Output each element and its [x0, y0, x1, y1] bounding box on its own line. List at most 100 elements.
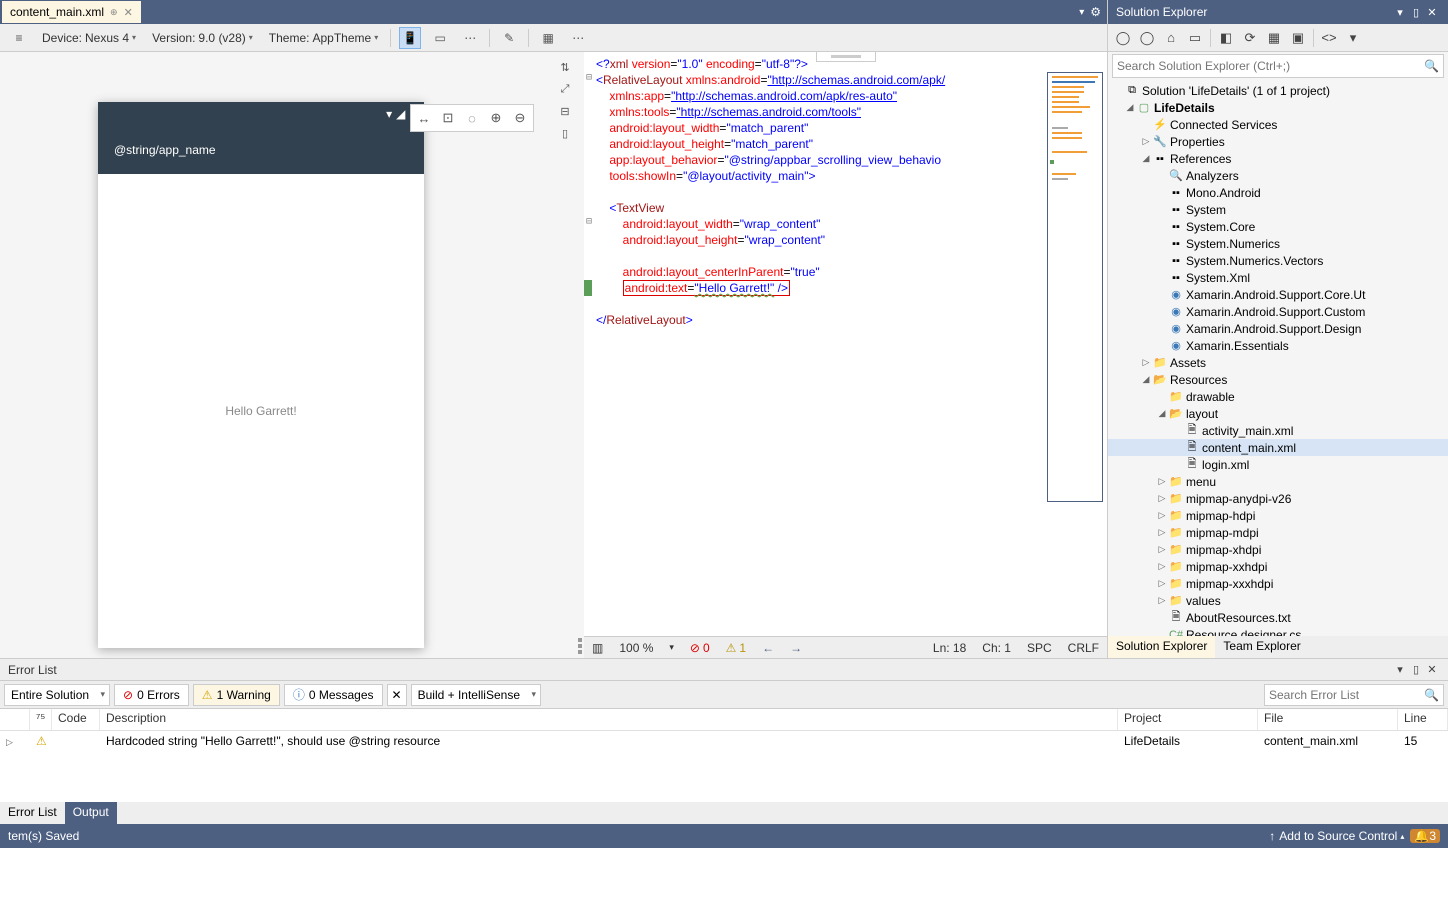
right-panel-tabs: Solution Explorer Team Explorer	[1108, 636, 1448, 658]
tab-label: content_main.xml	[10, 5, 104, 19]
error-icon: ⊘	[690, 641, 700, 655]
sync-icon[interactable]: ▭	[1184, 27, 1206, 49]
device-picker[interactable]: Device: Nexus 4 ▾	[38, 29, 140, 47]
collapse-icon[interactable]: ▦	[1263, 27, 1285, 49]
close-icon[interactable]: ✕	[124, 6, 133, 19]
error-search-input[interactable]	[1269, 688, 1424, 702]
dropdown-icon[interactable]: ▾	[1392, 663, 1408, 676]
nav-fwd-icon[interactable]: →	[790, 641, 802, 655]
warning-icon: ⚠	[202, 688, 213, 702]
pin-icon[interactable]: ⊕	[110, 7, 118, 18]
search-icon[interactable]: 🔍	[1424, 688, 1439, 702]
statusbar: tem(s) Saved ↑ Add to Source Control ▴ 🔔…	[0, 824, 1448, 848]
warnings-filter-button[interactable]: ⚠1 Warning	[193, 684, 280, 706]
tab-solution-explorer[interactable]: Solution Explorer	[1108, 636, 1215, 658]
zoom-out-icon[interactable]: ⊖	[510, 108, 530, 128]
back-icon[interactable]: ◯	[1112, 27, 1134, 49]
split-mode-icon[interactable]: ▥	[592, 641, 603, 655]
code-editor[interactable]: ⊟ ⊟ <?xml version="1.0" encoding="utf-8"…	[584, 52, 1107, 658]
messages-filter-button[interactable]: ⓘ0 Messages	[284, 684, 383, 706]
properties-icon[interactable]: <>	[1318, 27, 1340, 49]
more-icon-2[interactable]: ⋯	[567, 27, 589, 49]
source-control-button[interactable]: Add to Source Control	[1279, 829, 1397, 843]
gear-icon[interactable]: ⚙	[1090, 5, 1101, 19]
bell-icon: 🔔	[1414, 829, 1429, 843]
tab-error-list[interactable]: Error List	[0, 802, 65, 824]
bottom-tabs: Error List Output	[0, 802, 1448, 824]
notifications-badge[interactable]: 🔔3	[1410, 829, 1440, 843]
refresh-icon[interactable]: ⟳	[1239, 27, 1261, 49]
error-icon: ⊘	[123, 688, 133, 702]
selected-file[interactable]: 🗎content_main.xml	[1108, 439, 1448, 456]
zoom-fit-icon[interactable]: ⊡	[438, 108, 458, 128]
info-icon: ⓘ	[293, 686, 305, 703]
orientation-landscape-icon[interactable]: ▭	[429, 27, 451, 49]
solution-explorer-toolbar: ◯ ◯ ⌂ ▭ ◧ ⟳ ▦ ▣ <> ▾	[1108, 24, 1448, 52]
editor-statusbar: ▥ 100 % ▾ ⊘0 ⚠1 ← → Ln: 18 Ch: 1 SPC CRL…	[584, 636, 1107, 658]
nav-back-icon[interactable]: ←	[762, 641, 774, 655]
publish-icon[interactable]: ↑	[1269, 829, 1275, 843]
home-icon[interactable]: ⌂	[1160, 27, 1182, 49]
status-text: tem(s) Saved	[8, 829, 79, 843]
zoom-level[interactable]: 100 %	[619, 641, 653, 655]
error-list-title: Error List	[8, 663, 57, 677]
close-icon[interactable]: ✕	[1424, 663, 1440, 676]
preview-icon[interactable]: ▾	[1342, 27, 1364, 49]
pin-icon[interactable]: ▯	[1408, 6, 1424, 19]
search-input[interactable]	[1117, 59, 1424, 73]
grid-icon[interactable]: ▦	[537, 27, 559, 49]
zoom-in-icon[interactable]: ⊕	[486, 108, 506, 128]
pan-icon[interactable]: ↔	[414, 108, 434, 128]
warning-icon: ⚠	[726, 641, 737, 655]
error-search[interactable]: 🔍	[1264, 684, 1444, 706]
errors-filter-button[interactable]: ⊘0 Errors	[114, 684, 189, 706]
collapse-icon[interactable]: ⊟	[556, 102, 574, 120]
encoding-mode: SPC	[1027, 641, 1052, 655]
tab-content-main[interactable]: content_main.xml ⊕ ✕	[2, 1, 141, 23]
theme-picker[interactable]: Theme: AppTheme ▾	[265, 29, 382, 47]
link-android-ns[interactable]: "http://schemas.android.com/apk/	[767, 73, 945, 87]
menu-icon[interactable]: ≡	[8, 27, 30, 49]
minimap[interactable]	[1047, 72, 1103, 502]
version-picker[interactable]: Version: 9.0 (v28) ▾	[148, 29, 257, 47]
zoom-actual-icon[interactable]: ◌	[462, 108, 482, 128]
splitter-icon[interactable]	[576, 52, 584, 658]
error-row[interactable]: ▷ ⚠ Hardcoded string "Hello Garrett!", s…	[0, 731, 1448, 751]
highlight-icon[interactable]: ✎	[498, 27, 520, 49]
orientation-portrait-icon[interactable]: 📱	[399, 27, 421, 49]
dropdown-icon[interactable]: ▾	[1392, 6, 1408, 19]
pin-icon[interactable]: ▯	[1408, 663, 1424, 676]
solution-explorer-title: Solution Explorer ▾ ▯ ✕	[1108, 0, 1448, 24]
clear-filter-button[interactable]: ✕	[387, 684, 407, 706]
document-tabs: content_main.xml ⊕ ✕ ▾ ⚙	[0, 0, 1107, 24]
source-combo[interactable]: Build + IntelliSense	[411, 684, 541, 706]
scope-combo[interactable]: Entire Solution	[4, 684, 110, 706]
cursor-col: Ch: 1	[982, 641, 1011, 655]
zoom-toolbar: ↔ ⊡ ◌ ⊕ ⊖	[410, 104, 534, 132]
phone-statusbar: ▾ ◢ ▮	[98, 102, 424, 126]
appbar-title: @string/app_name	[114, 143, 216, 157]
tab-team-explorer[interactable]: Team Explorer	[1215, 636, 1308, 658]
close-icon[interactable]: ✕	[1424, 6, 1440, 19]
designer-toolbar: ≡ Device: Nexus 4 ▾ Version: 9.0 (v28) ▾…	[0, 24, 1107, 52]
more-icon[interactable]: ⋯	[459, 27, 481, 49]
link-tools-ns[interactable]: "http://schemas.android.com/tools"	[676, 105, 861, 119]
solution-tree[interactable]: ⧉Solution 'LifeDetails' (1 of 1 project)…	[1108, 80, 1448, 636]
tab-output[interactable]: Output	[65, 802, 117, 824]
expand-icon[interactable]: ⤢	[556, 80, 574, 98]
wifi-icon: ▾	[386, 107, 392, 121]
link-app-ns[interactable]: "http://schemas.android.com/apk/res-auto…	[671, 89, 897, 103]
designer-surface[interactable]: ▾ ◢ ▮ @string/app_name Hello Garrett! ↔ …	[0, 52, 576, 658]
show-all-icon[interactable]: ▣	[1287, 27, 1309, 49]
solution-explorer-search[interactable]: 🔍	[1112, 54, 1444, 78]
warning-icon: ⚠	[36, 734, 47, 748]
search-icon[interactable]: 🔍	[1424, 59, 1439, 73]
error-list-panel: Error List ▾ ▯ ✕ Entire Solution ⊘0 Erro…	[0, 658, 1448, 824]
scope-icon[interactable]: ◧	[1215, 27, 1237, 49]
error-table-header: ⁷⁵ Code Description Project File Line	[0, 709, 1448, 731]
dropdown-icon[interactable]: ▾	[1079, 7, 1084, 18]
doc-icon[interactable]: ▯	[556, 124, 574, 142]
forward-icon[interactable]: ◯	[1136, 27, 1158, 49]
signal-icon: ◢	[396, 107, 405, 121]
swap-icon[interactable]: ⇅	[556, 58, 574, 76]
